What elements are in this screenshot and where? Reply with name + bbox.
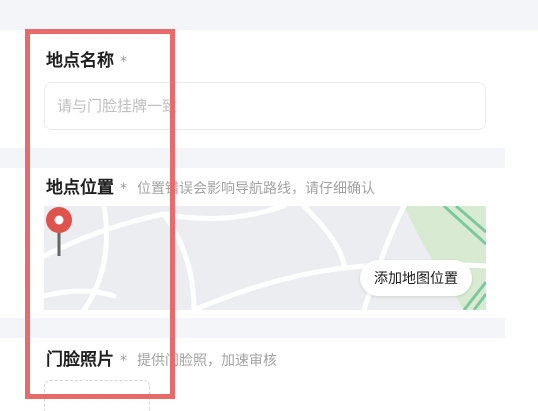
storefront-photo-title: 门脸照片 [46,350,114,370]
place-name-title: 地点名称 [46,51,114,71]
place-name-label: 地点名称 * [46,46,127,71]
section-divider [0,318,538,338]
right-margin [505,30,538,394]
location-hint: 位置错误会影响导航路线，请仔细确认 [137,181,375,197]
place-name-input[interactable] [44,82,486,130]
required-mark: * [120,181,127,197]
required-mark: * [120,353,127,369]
storefront-photo-label: 门脸照片 * 提供门脸照，加速审核 [46,345,277,370]
photo-hint: 提供门脸照，加速审核 [137,353,277,369]
add-map-location-button[interactable]: 添加地图位置 [360,260,472,296]
section-divider [0,148,538,168]
location-map[interactable]: 添加地图位置 [44,206,486,310]
place-location-title: 地点位置 [46,178,114,198]
place-location-label: 地点位置 * 位置错误会影响导航路线，请仔细确认 [46,173,375,198]
top-strip [0,0,538,30]
photo-upload-slot[interactable] [44,380,150,411]
required-mark: * [120,54,127,70]
map-pin-icon [46,207,72,256]
